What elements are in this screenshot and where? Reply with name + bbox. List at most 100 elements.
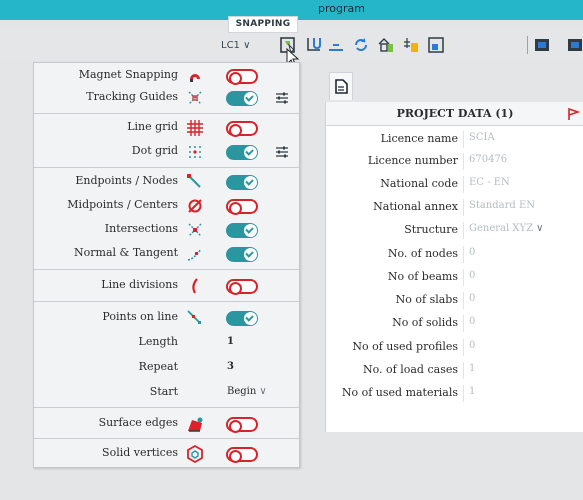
midpoints-label: Midpoints / Centers: [67, 198, 178, 211]
endpoints-toggle[interactable]: [226, 175, 258, 190]
endpoints-row: Endpoints / Nodes: [34, 171, 299, 193]
property-key: No. of load cases: [363, 363, 458, 376]
line-divisions-label: Line divisions: [101, 278, 178, 291]
solid-vertices-icon: [187, 445, 203, 463]
property-key: No of used profiles: [352, 340, 458, 353]
normal-tangent-label: Normal & Tangent: [74, 246, 178, 259]
normal-tangent-row: Normal & Tangent: [34, 243, 299, 265]
midpoints-icon: [188, 199, 202, 213]
column-divider: [463, 222, 464, 239]
intersections-row: Intersections: [34, 219, 299, 241]
column-divider: [463, 315, 464, 332]
dot-grid-toggle[interactable]: [226, 145, 258, 160]
solid-vertices-toggle[interactable]: [226, 447, 258, 463]
magnet-snapping-label: Magnet Snapping: [78, 68, 178, 81]
dot-grid-icon: [189, 146, 201, 158]
property-key: No. of nodes: [387, 247, 458, 260]
repeat-value[interactable]: 3: [227, 361, 234, 372]
start-value: Begin: [227, 386, 257, 397]
dot-grid-row: Dot grid: [34, 141, 299, 163]
property-value: 0: [469, 270, 476, 281]
render-icon[interactable]: [533, 36, 551, 54]
property-value[interactable]: SCIA: [469, 132, 495, 143]
document-icon: [335, 79, 348, 94]
property-value: 0: [469, 247, 476, 258]
flag-icon[interactable]: [566, 107, 580, 121]
coordinate-system-icon[interactable]: [304, 36, 322, 54]
property-key: Licence name: [380, 132, 458, 145]
chevron-down-icon: ∨: [259, 386, 267, 397]
property-row: No. of load cases 1: [326, 360, 583, 381]
solid-vertices-row: Solid vertices: [34, 443, 299, 465]
measure-icon[interactable]: [327, 36, 345, 54]
start-row: Start Begin ∨: [34, 382, 299, 404]
project-data-tab[interactable]: [329, 72, 353, 100]
property-value: 0: [469, 293, 476, 304]
snapping-panel: Magnet Snapping Tracking Guides Line gri…: [33, 62, 300, 468]
column-divider: [463, 153, 464, 170]
render-settings-icon[interactable]: [566, 36, 583, 54]
surface-edges-toggle[interactable]: [226, 417, 258, 433]
refresh-icon[interactable]: [352, 36, 370, 54]
divider: [34, 301, 299, 302]
property-row: No of used materials 1: [326, 383, 583, 404]
repeat-label: Repeat: [138, 360, 178, 373]
surface-edges-label: Surface edges: [98, 416, 178, 429]
midpoints-toggle[interactable]: [226, 199, 258, 215]
magnet-icon: [190, 74, 200, 82]
structure-select[interactable]: General XYZ ∨: [469, 223, 543, 234]
tracking-settings-icon[interactable]: [275, 91, 289, 105]
grid-data-icon[interactable]: [402, 36, 420, 54]
program-label: program: [318, 2, 365, 15]
property-value: 1: [469, 386, 476, 397]
structure-icon[interactable]: [377, 36, 395, 54]
property-row: No of used profiles 0: [326, 337, 583, 358]
tracking-guides-toggle[interactable]: [226, 91, 258, 106]
endpoints-label: Endpoints / Nodes: [75, 174, 178, 187]
property-value: 1: [469, 363, 476, 374]
property-key: Structure: [404, 223, 458, 236]
property-row: No of solids 0: [326, 313, 583, 334]
property-value: 0: [469, 340, 476, 351]
property-value[interactable]: Standard EN: [469, 200, 535, 211]
property-row: National code EC - EN: [326, 174, 583, 195]
intersections-icon: [188, 223, 202, 237]
line-grid-row: Line grid: [34, 117, 299, 139]
property-value[interactable]: EC - EN: [469, 177, 510, 188]
line-divisions-icon: [192, 278, 198, 294]
repeat-row: Repeat 3: [34, 357, 299, 379]
intersections-toggle[interactable]: [226, 223, 258, 238]
column-divider: [463, 246, 464, 263]
start-select[interactable]: Begin ∨: [227, 386, 267, 397]
length-value[interactable]: 1: [227, 336, 234, 347]
intersections-label: Intersections: [104, 222, 178, 235]
snapping-tooltip: SNAPPING: [228, 16, 298, 33]
line-grid-label: Line grid: [127, 120, 178, 133]
property-key: National code: [380, 177, 458, 190]
property-value[interactable]: 670476: [469, 154, 507, 165]
line-divisions-toggle[interactable]: [226, 279, 258, 295]
length-label: Length: [138, 335, 178, 348]
column-divider: [463, 385, 464, 402]
load-case-select[interactable]: LC1 ∨: [221, 40, 250, 51]
column-divider: [463, 176, 464, 193]
property-row: No. of nodes 0: [326, 244, 583, 265]
property-key: No of beams: [387, 270, 458, 283]
dot-grid-settings-icon[interactable]: [275, 145, 289, 159]
property-row: No of beams 0: [326, 267, 583, 288]
view-icon[interactable]: [427, 36, 445, 54]
points-on-line-toggle[interactable]: [226, 311, 258, 326]
line-grid-toggle[interactable]: [226, 121, 258, 137]
length-row: Length 1: [34, 332, 299, 354]
divider: [34, 438, 299, 439]
column-divider: [463, 131, 464, 148]
divider: [34, 269, 299, 270]
magnet-snapping-toggle[interactable]: [226, 69, 258, 85]
midpoints-row: Midpoints / Centers: [34, 195, 299, 217]
normal-tangent-toggle[interactable]: [226, 247, 258, 262]
toolbar-separator: [527, 36, 528, 54]
dot-grid-label: Dot grid: [131, 144, 178, 157]
points-on-line-label: Points on line: [102, 310, 178, 323]
property-value: 0: [469, 316, 476, 327]
property-row: Licence number 670476: [326, 151, 583, 172]
